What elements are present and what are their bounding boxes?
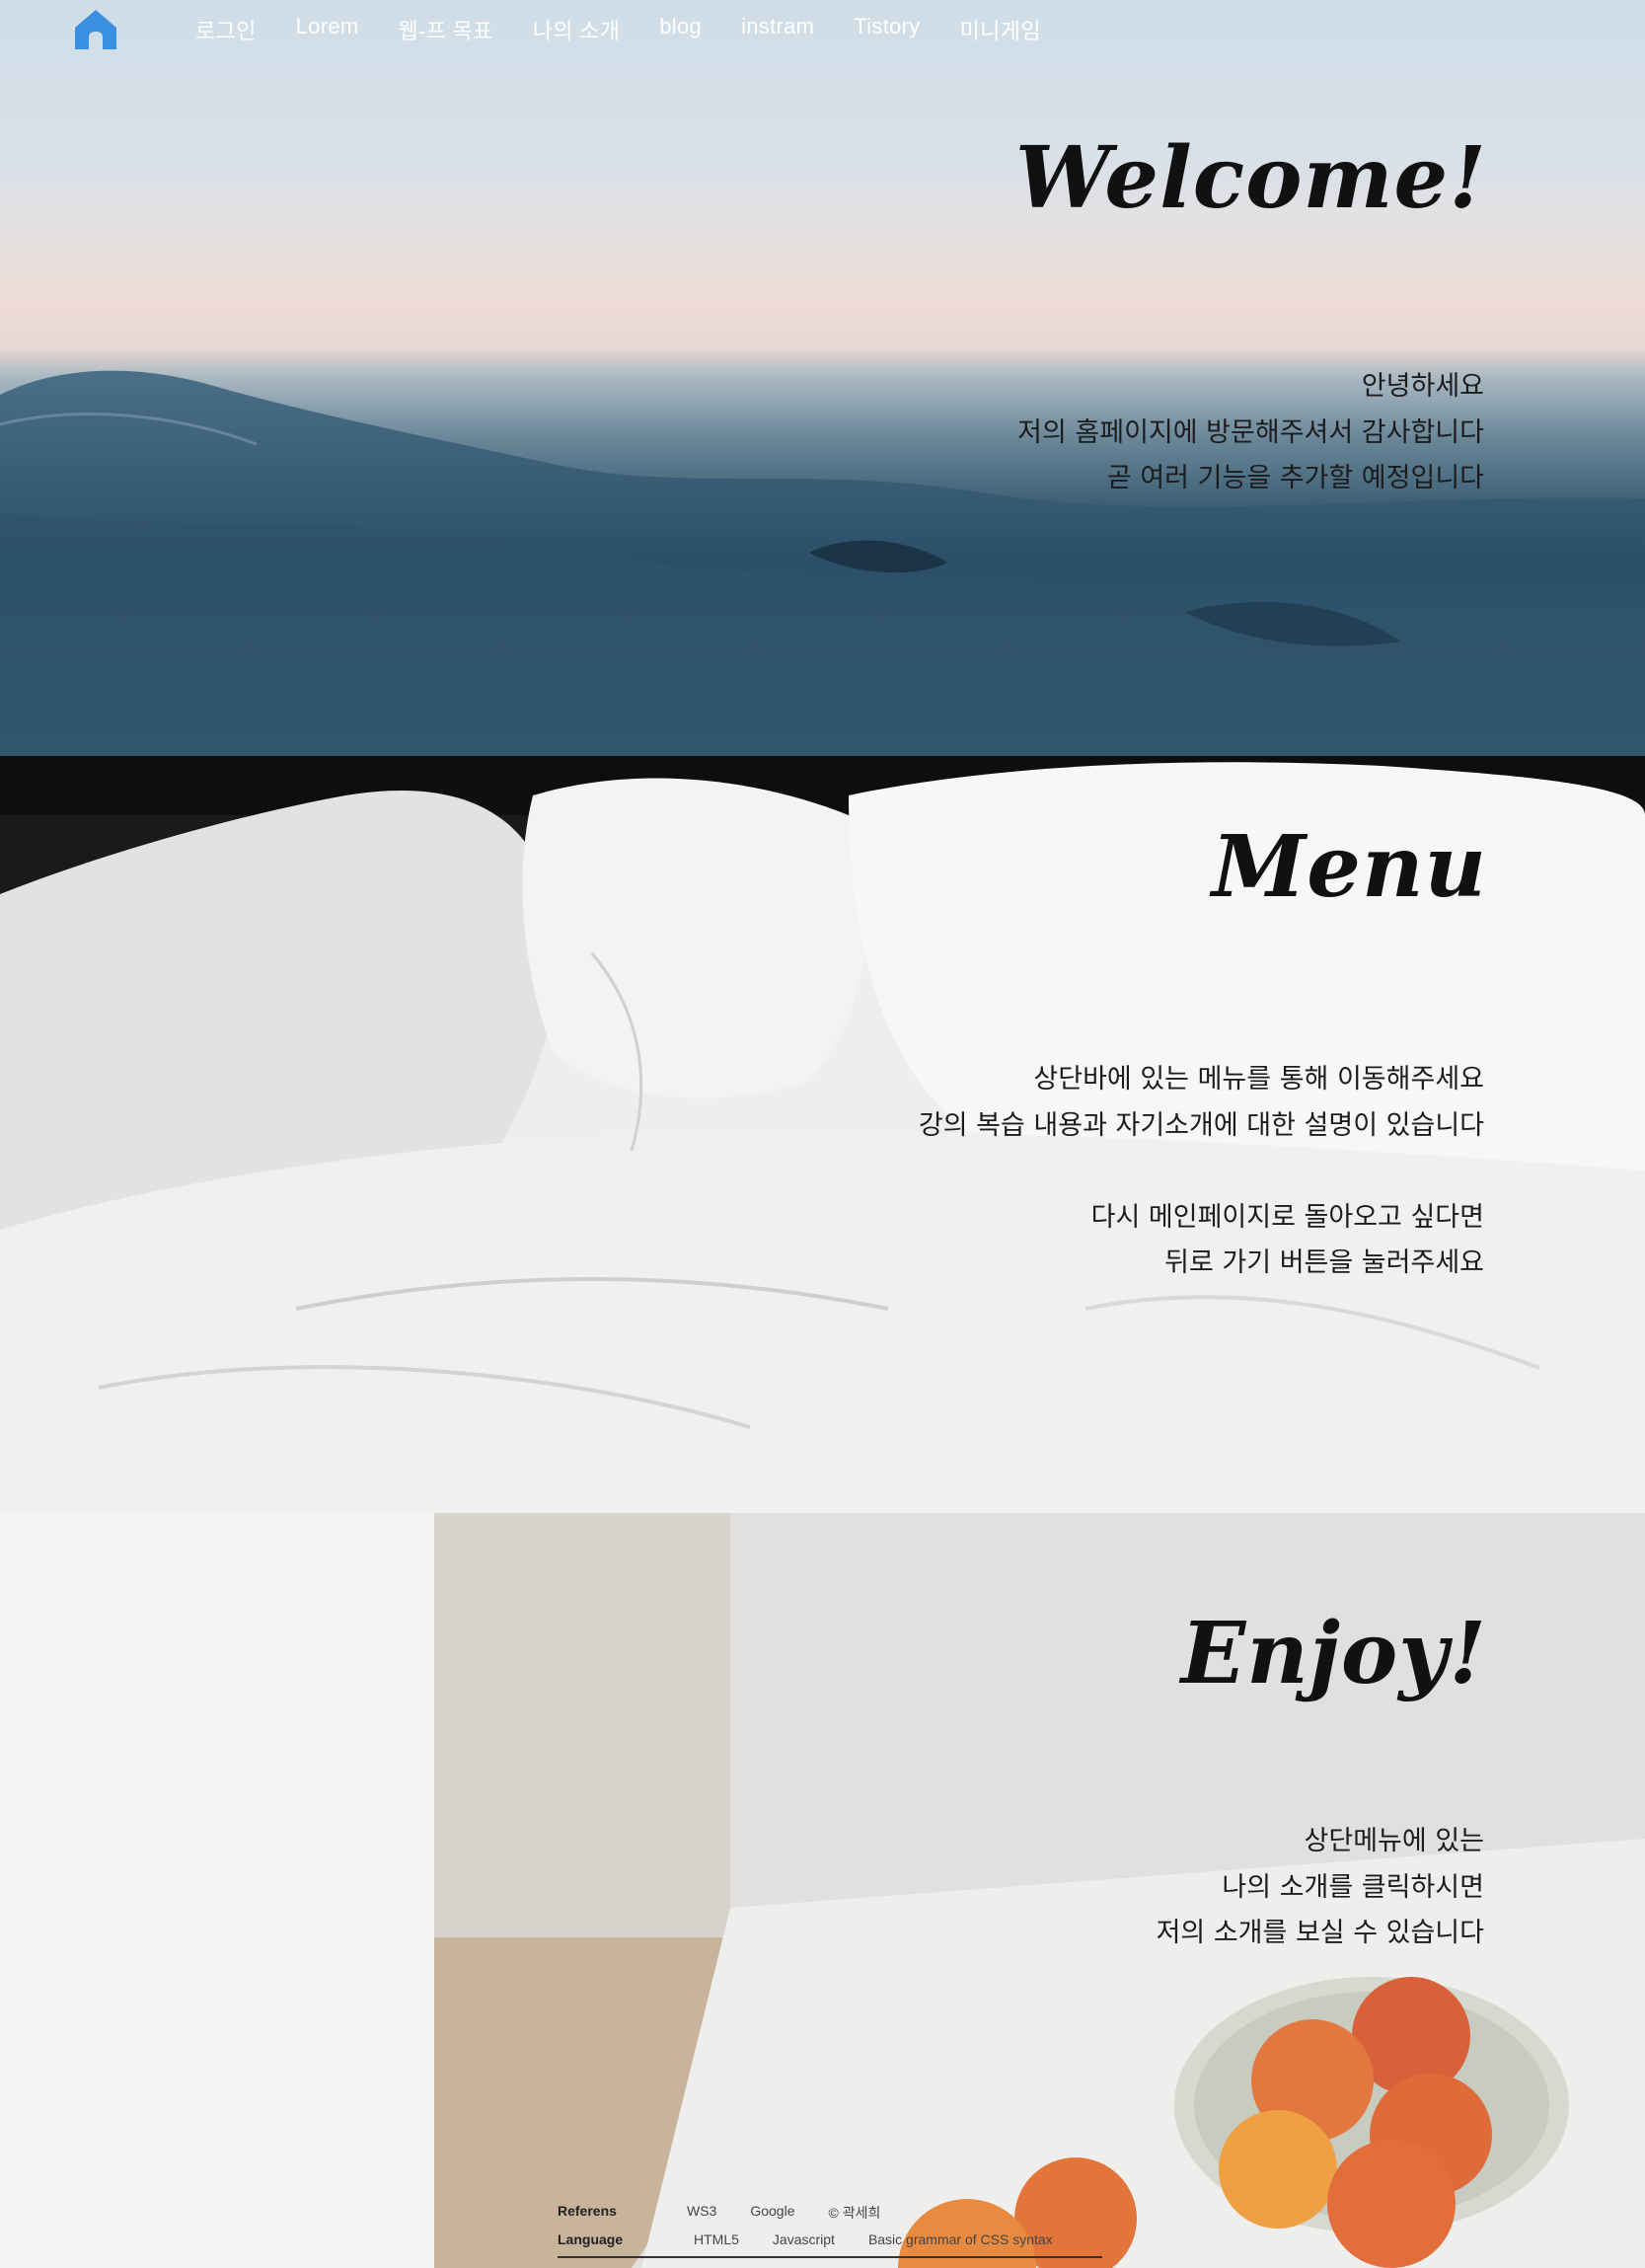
home-icon (75, 10, 116, 49)
nav-link-login[interactable]: 로그인 (195, 14, 257, 45)
footer-row-references: Referens WS3 Google © 곽세희 (558, 2203, 914, 2223)
footer-link-google[interactable]: Google (750, 2203, 794, 2223)
footer-label: Language (558, 2231, 624, 2247)
footer-label: Referens (558, 2203, 617, 2219)
menu-line: 뒤로 가기 버튼을 눌러주세요 (1164, 1247, 1484, 1278)
home-button[interactable] (73, 8, 122, 53)
enjoy-line: 저의 소개를 보실 수 있습니다 (1156, 1918, 1484, 1948)
enjoy-line: 나의 소개를 클릭하시면 (1222, 1871, 1484, 1903)
footer-divider (558, 2256, 1102, 2258)
enjoy-text: 상단메뉴에 있는 나의 소개를 클릭하시면 저의 소개를 보실 수 있습니다 (1157, 1819, 1484, 1957)
footer-link-css[interactable]: Basic grammar of CSS syntax (868, 2231, 1053, 2247)
enjoy-section: Enjoy! 상단메뉴에 있는 나의 소개를 클릭하시면 저의 소개를 보실 수… (0, 1513, 1645, 2268)
nav-link-instram[interactable]: instram (741, 14, 814, 45)
nav-link-tistory[interactable]: Tistory (854, 14, 920, 45)
nav-link-goals[interactable]: 웹-프 목표 (398, 14, 492, 45)
menu-section: Menu 상단바에 있는 메뉴를 통해 이동해주세요 강의 복습 내용과 자기소… (0, 756, 1645, 1513)
footer-row-language: Language HTML5 Javascript Basic grammar … (558, 2231, 1086, 2247)
footer-link-javascript[interactable]: Javascript (773, 2231, 835, 2247)
footer-link-html5[interactable]: HTML5 (694, 2231, 739, 2247)
enjoy-heading: Enjoy! (1180, 1604, 1487, 1703)
menu-line: 상단바에 있는 메뉴를 통해 이동해주세요 (1033, 1064, 1484, 1095)
welcome-section: Welcome! 안녕하세요 저의 홈페이지에 방문해주셔서 감사합니다 곧 여… (0, 0, 1645, 756)
footer: Referens WS3 Google © 곽세희 Language HTML5… (558, 2199, 1110, 2258)
welcome-heading: Welcome! (1014, 128, 1487, 228)
menu-line (919, 1149, 1484, 1195)
welcome-text: 안녕하세요 저의 홈페이지에 방문해주셔서 감사합니다 곧 여러 기능을 추가할… (1017, 364, 1484, 502)
enjoy-line: 상단메뉴에 있는 (1304, 1826, 1484, 1856)
menu-line: 다시 메인페이지로 돌아오고 싶다면 (1090, 1201, 1484, 1233)
top-nav: 로그인 Lorem 웹-프 목표 나의 소개 blog instram Tist… (0, 0, 1645, 55)
nav-link-lorem[interactable]: Lorem (296, 14, 359, 45)
menu-line: 강의 복습 내용과 자기소개에 대한 설명이 있습니다 (918, 1109, 1484, 1141)
nav-links: 로그인 Lorem 웹-프 목표 나의 소개 blog instram Tist… (195, 14, 1081, 45)
nav-link-minigame[interactable]: 미니게임 (960, 14, 1041, 45)
welcome-line: 곧 여러 기능을 추가할 예정입니다 (1106, 463, 1484, 493)
menu-text: 상단바에 있는 메뉴를 통해 이동해주세요 강의 복습 내용과 자기소개에 대한… (919, 1057, 1484, 1287)
welcome-line: 저의 홈페이지에 방문해주셔서 감사합니다 (1017, 416, 1484, 448)
footer-copyright: © 곽세희 (828, 2205, 881, 2221)
nav-link-blog[interactable]: blog (659, 14, 702, 45)
welcome-line: 안녕하세요 (1361, 371, 1484, 402)
footer-link-ws3[interactable]: WS3 (687, 2203, 716, 2223)
menu-heading: Menu (1212, 817, 1487, 917)
nav-link-about[interactable]: 나의 소개 (533, 14, 621, 45)
